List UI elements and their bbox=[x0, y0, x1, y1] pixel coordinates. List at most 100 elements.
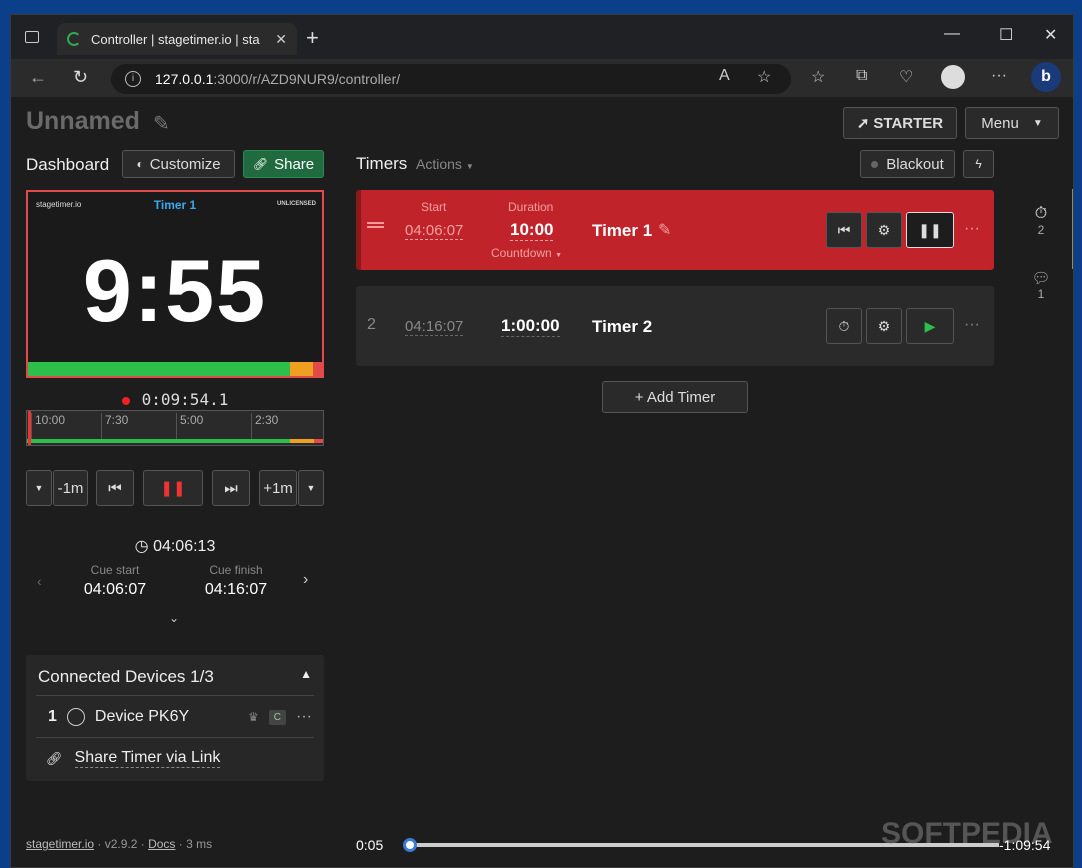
timer-settings-button[interactable]: ⚙ bbox=[866, 212, 902, 248]
scrollbar[interactable] bbox=[1072, 189, 1073, 269]
timeline-ruler[interactable]: 10:00 7:30 5:00 2:30 bbox=[26, 410, 324, 446]
crown-icon[interactable]: ♛ bbox=[248, 710, 259, 724]
elapsed-readout: 0:09:54.1 bbox=[26, 390, 324, 409]
timer-name[interactable]: Timer 1 bbox=[592, 221, 652, 241]
room-title[interactable]: Unnamed bbox=[26, 107, 140, 136]
timer-preview[interactable]: stagetimer.io Timer 1 UNLICENSED 9:55 bbox=[26, 190, 324, 378]
timer-settings-button[interactable]: ⚙ bbox=[866, 308, 902, 344]
blackout-label: Blackout bbox=[886, 155, 944, 173]
menu-button[interactable]: Menu ▼ bbox=[965, 107, 1059, 139]
cue-finish-value: 04:16:07 bbox=[204, 581, 268, 598]
plus-dropdown[interactable]: ▼ bbox=[298, 470, 324, 506]
maximize-button[interactable]: ☐ bbox=[999, 25, 1013, 45]
chevron-left-icon[interactable]: ‹ bbox=[37, 573, 42, 589]
collections-icon[interactable]: ⧉ bbox=[856, 67, 867, 85]
health-icon[interactable]: ♡ bbox=[899, 67, 913, 87]
sidebar-timers[interactable]: ⏱︎ 2 bbox=[1031, 205, 1051, 237]
mode-dropdown[interactable]: Countdown ▼ bbox=[491, 246, 562, 260]
timer-row-active[interactable]: Start 04:06:07 Duration 10:00 Countdown … bbox=[356, 190, 994, 270]
start-time[interactable]: 04:16:07 bbox=[405, 318, 464, 336]
palette-icon: ◐ bbox=[136, 157, 144, 171]
pause-icon: ❚❚ bbox=[160, 480, 186, 497]
connected-devices-panel: Connected Devices 1/3 ▲ 1 Device PK6Y ♛ … bbox=[26, 655, 324, 781]
pause-button[interactable]: ❚❚ bbox=[143, 470, 203, 506]
next-button[interactable]: ⏭︎ bbox=[212, 470, 250, 506]
preview-time: 9:55 bbox=[82, 241, 268, 340]
playback-remaining: -1:09:54 bbox=[999, 837, 1051, 853]
clock-icon: ◷ bbox=[134, 538, 154, 555]
drag-handle-icon[interactable] bbox=[367, 222, 384, 228]
tab-title: Controller | stagetimer.io | sta bbox=[91, 31, 260, 47]
new-tab-button[interactable]: + bbox=[306, 25, 319, 51]
app-area: Unnamed ✎ ➚ STARTER Menu ▼ Dashboard ◐ Cust… bbox=[11, 97, 1073, 867]
stopwatch-icon: ⏱︎ bbox=[838, 317, 850, 334]
start-time[interactable]: 04:06:07 bbox=[405, 222, 464, 240]
actions-dropdown[interactable]: Actions ▼ bbox=[416, 156, 474, 172]
ruler-tick: 7:30 bbox=[101, 413, 128, 441]
favorites-icon[interactable]: ☆ bbox=[811, 67, 825, 87]
starter-label: STARTER bbox=[873, 114, 944, 132]
starter-button[interactable]: ➚ STARTER bbox=[843, 107, 957, 139]
minus-1m-button[interactable]: -1m bbox=[53, 470, 88, 506]
blackout-button[interactable]: Blackout bbox=[860, 150, 955, 178]
play-button[interactable]: ▶ bbox=[906, 308, 954, 344]
cue-start-value: 04:06:07 bbox=[83, 581, 147, 598]
profile-avatar[interactable] bbox=[941, 65, 965, 89]
customize-button[interactable]: ◐ Customize bbox=[122, 150, 235, 178]
duration-value[interactable]: 1:00:00 bbox=[501, 316, 560, 337]
favorite-icon[interactable]: ☆ bbox=[757, 67, 771, 87]
read-aloud-icon[interactable]: A bbox=[719, 67, 730, 85]
more-icon[interactable]: ··· bbox=[964, 316, 980, 334]
edit-title-icon[interactable]: ✎ bbox=[153, 111, 170, 136]
chevron-right-icon[interactable]: › bbox=[303, 571, 308, 589]
address-bar-row: ← ↻ i 127.0.0.1 :3000/r/AZD9NUR9/control… bbox=[11, 59, 1073, 97]
plus-1m-button[interactable]: +1m bbox=[259, 470, 297, 506]
more-icon[interactable]: ··· bbox=[991, 67, 1007, 85]
playhead[interactable] bbox=[28, 411, 31, 445]
live-dot-icon bbox=[121, 396, 130, 405]
edit-icon[interactable]: ✎ bbox=[658, 220, 671, 240]
reload-icon[interactable]: ↻ bbox=[73, 67, 88, 88]
timer-name[interactable]: Timer 2 bbox=[592, 317, 652, 337]
timer-pause-button[interactable]: ❚❚ bbox=[906, 212, 954, 248]
elapsed-time: 0:09:54.1 bbox=[141, 390, 229, 409]
close-window-button[interactable]: ✕ bbox=[1044, 25, 1057, 45]
docs-link[interactable]: Docs bbox=[148, 837, 175, 851]
more-icon[interactable]: ··· bbox=[964, 220, 980, 238]
site-link[interactable]: stagetimer.io bbox=[26, 837, 94, 851]
gear-icon: ⚙ bbox=[877, 317, 891, 334]
close-tab-icon[interactable]: ✕ bbox=[275, 31, 287, 48]
duration-value[interactable]: 10:00 bbox=[510, 220, 554, 241]
info-icon[interactable]: i bbox=[125, 71, 141, 87]
url-path: :3000/r/AZD9NUR9/controller/ bbox=[213, 71, 401, 87]
url-host: 127.0.0.1 bbox=[155, 71, 214, 87]
caret-down-icon: ▼ bbox=[555, 252, 562, 259]
dashboard-label: Dashboard bbox=[26, 155, 110, 174]
chevron-up-icon[interactable]: ▲ bbox=[300, 667, 312, 681]
reset-button[interactable]: ⏮︎ bbox=[826, 212, 862, 248]
ruler-tick: 5:00 bbox=[176, 413, 203, 441]
playback-knob[interactable] bbox=[403, 838, 417, 852]
timer-row[interactable]: 2 04:16:07 1:00:00 Timer 2 ⏱︎ ⚙ ▶ ··· bbox=[356, 286, 994, 366]
browser-tab[interactable]: Controller | stagetimer.io | sta ✕ bbox=[57, 23, 297, 55]
minimize-button[interactable]: — bbox=[944, 25, 960, 43]
device-row: 1 Device PK6Y ♛ C ··· bbox=[38, 705, 312, 729]
add-timer-button[interactable]: + Add Timer bbox=[602, 381, 748, 413]
flash-button[interactable]: ϟ bbox=[963, 150, 994, 178]
bing-icon[interactable]: b bbox=[1031, 62, 1061, 92]
actions-label: Actions bbox=[416, 156, 462, 172]
tab-actions-icon[interactable] bbox=[25, 31, 39, 43]
chevron-down-icon[interactable]: ⌄ bbox=[169, 611, 179, 625]
start-timer-button[interactable]: ⏱︎ bbox=[826, 308, 862, 344]
share-link-row[interactable]: 🔗︎ Share Timer via Link bbox=[46, 749, 221, 768]
sidebar-messages[interactable]: 💬︎ 1 bbox=[1031, 269, 1051, 301]
stopwatch-icon: ⏱︎ bbox=[1034, 205, 1048, 222]
address-bar[interactable]: i 127.0.0.1 :3000/r/AZD9NUR9/controller/ bbox=[111, 64, 791, 94]
previous-button[interactable]: ⏮︎ bbox=[96, 470, 134, 506]
devices-header[interactable]: Connected Devices 1/3 bbox=[38, 667, 214, 687]
device-more-icon[interactable]: ··· bbox=[296, 708, 312, 726]
share-button[interactable]: 🔗︎ Share bbox=[243, 150, 324, 178]
device-badge: C bbox=[268, 709, 287, 725]
back-icon[interactable]: ← bbox=[29, 67, 47, 88]
minus-dropdown[interactable]: ▼ bbox=[26, 470, 52, 506]
